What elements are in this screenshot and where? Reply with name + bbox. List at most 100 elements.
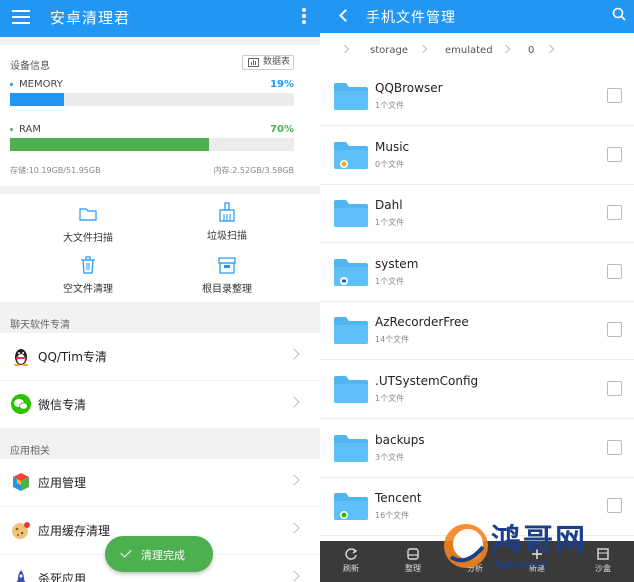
breadcrumb-separator-icon — [340, 44, 350, 54]
folder-row[interactable]: .UTSystemConfig 1个文件 — [320, 361, 634, 419]
folder-checkbox[interactable] — [607, 322, 622, 338]
folder-checkbox[interactable] — [607, 205, 622, 221]
folder-icon — [334, 434, 368, 462]
tray-icon — [407, 548, 419, 560]
breadcrumb-separator-icon — [501, 44, 511, 54]
chevron-right-icon — [288, 348, 300, 360]
storage-usage: 存储:10.19GB/51.95GB — [10, 166, 101, 175]
watermark-logo-icon — [444, 524, 488, 568]
folder-name: QQBrowser — [375, 81, 443, 95]
junk-scan-button[interactable]: 垃圾扫描 — [167, 202, 287, 242]
watermark-url: hgzyw.net — [495, 560, 547, 570]
breadcrumb: storage emulated 0 — [320, 36, 634, 66]
folder-name: backups — [375, 432, 425, 447]
folder-row[interactable]: Music 0个文件 — [320, 126, 634, 185]
folder-row[interactable]: Dahl 1个文件 — [320, 185, 634, 244]
more-options-icon[interactable] — [302, 8, 306, 24]
folder-row[interactable]: backups 3个文件 — [320, 419, 634, 478]
watermark-brand: 鸿哥网 — [491, 523, 587, 558]
stats-button-label: 数据表 — [263, 57, 291, 67]
toast-label: 清理完成 — [141, 549, 185, 562]
app-section-title: 应用相关 — [10, 446, 50, 457]
cookie-icon — [12, 522, 30, 539]
qq-clean-row[interactable]: QQ/Tim专清 — [0, 333, 320, 380]
box-icon — [218, 257, 236, 274]
breadcrumb-zero[interactable]: 0 — [528, 45, 534, 56]
folder-checkbox[interactable] — [607, 263, 622, 279]
breadcrumb-separator-icon — [545, 44, 555, 54]
refresh-button[interactable]: 刷新 — [320, 541, 382, 582]
memory-label: MEMORY — [10, 79, 63, 90]
folder-row[interactable]: QQBrowser 1个文件 — [320, 68, 634, 126]
folder-file-count: 1个文件 — [375, 101, 405, 110]
breadcrumb-separator-icon — [418, 44, 428, 54]
file-manager-top-bar: 手机文件管理 — [320, 0, 634, 33]
breadcrumb-emulated[interactable]: emulated — [445, 45, 493, 56]
folder-checkbox[interactable] — [607, 146, 622, 162]
check-icon — [120, 546, 132, 558]
app-manage-row[interactable]: 应用管理 — [0, 459, 320, 506]
folder-file-count: 1个文件 — [375, 276, 405, 286]
ram-dot-icon — [10, 127, 13, 131]
empty-file-clean-button[interactable]: 空文件清理 — [28, 255, 148, 295]
chevron-right-icon — [288, 570, 300, 582]
folder-icon — [334, 83, 368, 110]
folder-checkbox[interactable] — [607, 439, 622, 455]
ram-percent: 70% — [270, 124, 294, 135]
folder-name: AzRecorderFree — [375, 315, 469, 330]
folder-name: system — [375, 256, 419, 271]
root-dir-organize-button[interactable]: 根目录整理 — [167, 255, 287, 295]
back-arrow-icon[interactable] — [339, 9, 352, 22]
bar-chart-icon — [248, 58, 259, 67]
device-info-card: 设备信息 数据表 MEMORY 19% RAM 70% 存储:10.19GB/5… — [0, 45, 320, 186]
folder-name: .UTSystemConfig — [375, 374, 479, 388]
search-icon[interactable] — [612, 7, 626, 21]
folder-checkbox[interactable] — [607, 381, 622, 396]
wechat-clean-row[interactable]: 微信专清 — [0, 381, 320, 428]
memory-dot-icon — [10, 82, 13, 86]
qq-clean-label: QQ/Tim专清 — [38, 350, 107, 364]
folder-name: Tencent — [375, 491, 422, 506]
folder-icon — [334, 493, 368, 521]
folder-icon — [334, 200, 368, 228]
tools-grid: 大文件扫描 垃圾扫描 空文件清理 根目录整理 — [0, 194, 320, 302]
device-info-heading: 设备信息 — [10, 61, 50, 72]
ram-label: RAM — [10, 124, 41, 135]
folder-file-count: 16个文件 — [375, 511, 410, 521]
watermark: 鸿哥网 hgzyw.net — [441, 513, 634, 582]
wechat-icon — [11, 394, 31, 414]
folder-checkbox[interactable] — [607, 498, 622, 514]
broom-icon — [219, 202, 235, 222]
ram-bar-fill — [10, 138, 209, 151]
chat-section-title: 聊天软件专清 — [10, 320, 70, 331]
breadcrumb-storage[interactable]: storage — [370, 45, 408, 56]
folder-name: Music — [375, 139, 410, 154]
folder-icon — [334, 317, 368, 345]
folder-file-count: 1个文件 — [375, 218, 405, 228]
file-manager-app: 手机文件管理 storage emulated 0 QQBrowser 1个文件 M… — [320, 0, 634, 582]
rocket-icon — [16, 570, 26, 582]
ram-bar — [10, 138, 294, 151]
menu-icon[interactable] — [12, 10, 30, 24]
kill-app-label: 杀死应用 — [38, 572, 87, 582]
folder-name: Dahl — [375, 198, 403, 213]
chevron-right-icon — [288, 396, 300, 408]
folder-row[interactable]: system 1个文件 — [320, 243, 634, 302]
app-title: 安卓清理君 — [50, 9, 131, 27]
wechat-clean-label: 微信专清 — [38, 398, 87, 412]
stats-button[interactable]: 数据表 — [242, 55, 294, 70]
chevron-right-icon — [288, 522, 300, 534]
folder-icon — [334, 376, 368, 403]
qq-penguin-icon — [14, 349, 28, 366]
cube-icon — [13, 473, 29, 491]
large-file-scan-button[interactable]: 大文件扫描 — [28, 204, 148, 244]
cleaner-top-bar: 安卓清理君 — [0, 0, 320, 37]
folder-icon — [79, 208, 97, 221]
folder-row[interactable]: AzRecorderFree 14个文件 — [320, 302, 634, 361]
memory-percent: 19% — [270, 79, 294, 90]
trash-icon — [81, 256, 95, 274]
cleaner-app: 安卓清理君 设备信息 数据表 MEMORY 19% RAM 70% 存储:10.… — [0, 0, 320, 582]
memory-bar-fill — [10, 93, 64, 106]
folder-checkbox[interactable] — [607, 88, 622, 103]
organize-button[interactable]: 整理 — [382, 541, 444, 582]
